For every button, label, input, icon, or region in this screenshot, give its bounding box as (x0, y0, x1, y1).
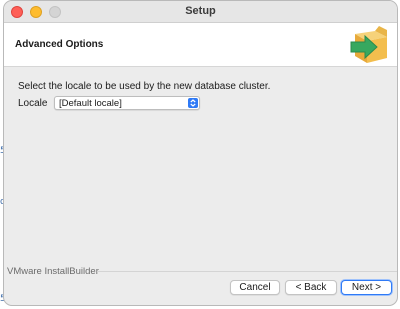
setup-window: Setup Advanced Options Select the locale… (3, 0, 398, 306)
installer-box-arrow-icon (349, 25, 389, 65)
locale-prompt: Select the locale to be used by the new … (18, 81, 271, 92)
next-button[interactable]: Next > (341, 280, 392, 295)
back-button[interactable]: < Back (285, 280, 337, 295)
page-title: Advanced Options (15, 39, 104, 50)
window-title: Setup (185, 5, 216, 17)
locale-label: Locale (18, 98, 48, 109)
cancel-button[interactable]: Cancel (230, 280, 280, 295)
footer-divider (97, 271, 397, 272)
page-header: Advanced Options (4, 23, 397, 67)
locale-select[interactable]: [Default locale] (54, 96, 200, 110)
locale-select-value: [Default locale] (59, 98, 122, 109)
chevron-up-down-icon (188, 98, 198, 108)
title-bar[interactable]: Setup (4, 1, 397, 23)
installbuilder-brand: VMware InstallBuilder (7, 266, 99, 277)
